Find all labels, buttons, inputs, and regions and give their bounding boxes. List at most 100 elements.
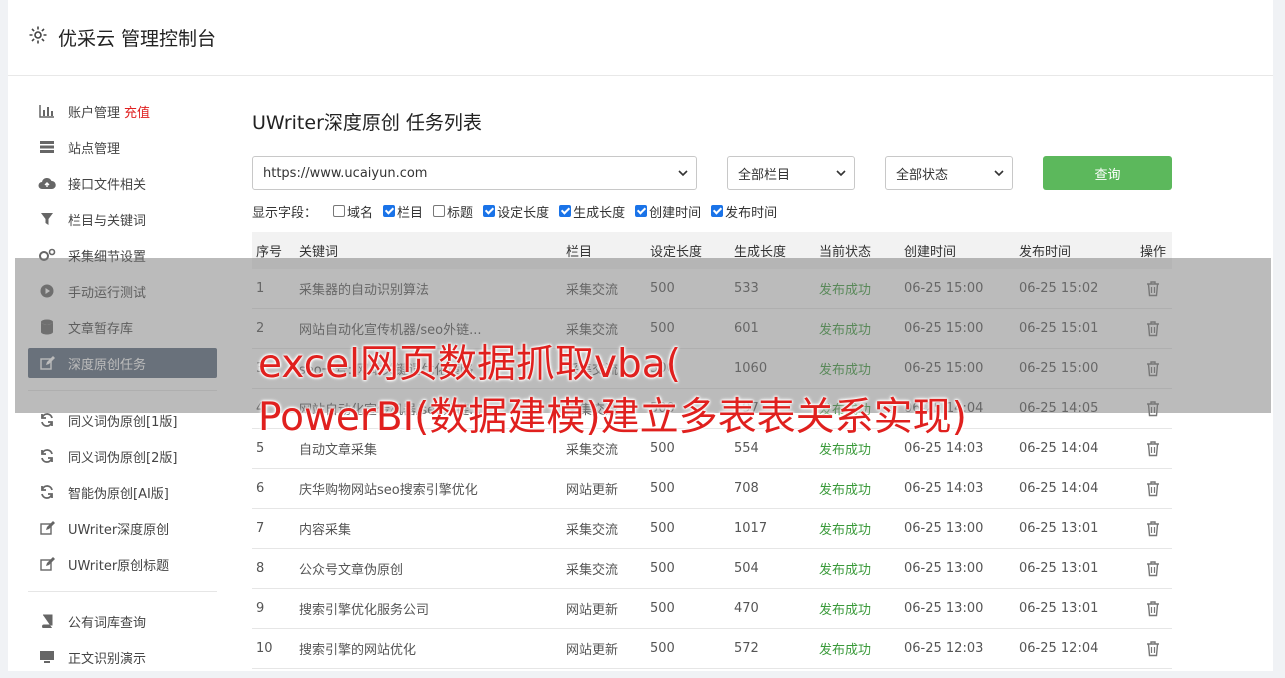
sidebar-item-synonym-v2[interactable]: 同义词伪原创[2版] [28,441,217,471]
table-cell: 06-25 13:01 [1019,521,1099,536]
table-row: 8 公众号文章伪原创 采集交流 500 504 发布成功 06-25 13:00 06-25 … [252,549,1172,589]
sidebar-item-label: 账户管理 [68,105,121,121]
field-checkbox-published[interactable]: 发布时间 [711,202,777,221]
checkbox[interactable] [711,205,724,217]
table-cell: 网站更新 [566,603,619,618]
refresh-icon [38,447,56,465]
gear-icon [29,26,47,44]
checkbox-label: 域名 [347,205,374,221]
table-cell: 06-25 13:00 [904,601,984,616]
sidebar-item-label: 智能伪原创[AI版] [68,486,169,502]
bar-chart-icon [38,102,56,120]
checkbox-label: 创建时间 [649,205,702,221]
table-cell: 500 [650,601,675,616]
table-cell: 网站更新 [566,483,619,498]
table-cell: 网站更新 [566,643,619,658]
status-select-value: 全部状态 [896,167,949,183]
page-title: UWriter深度原创 任务列表 [252,112,482,134]
sidebar-item-label: UWriter原创标题 [68,558,170,574]
delete-button[interactable] [1134,480,1172,497]
trash-icon [1147,480,1159,496]
field-checkbox-column[interactable]: 栏目 [383,202,423,221]
delete-button[interactable] [1134,440,1172,457]
table-cell: 采集交流 [566,523,619,538]
sidebar-item-label: 公有词库查询 [68,615,147,631]
status-select[interactable]: 全部状态 [885,156,1013,190]
sidebar-item-public-dictionary[interactable]: 公有词库查询 [28,606,217,636]
table-cell: 7 [256,521,265,536]
table-cell: 9 [256,601,265,616]
table-cell: 06-25 13:00 [904,561,984,576]
app-title: 优采云 管理控制台 [58,28,217,50]
checkbox-label: 生成长度 [573,205,626,221]
overlay-line-1: excel网页数据抓取vba( [258,342,681,387]
sidebar-item-sites[interactable]: 站点管理 [28,132,217,162]
table-row: 6 庆华购物网站seo搜索引擎优化 网站更新 500 708 发布成功 06-25 14:0… [252,469,1172,509]
table-cell: 内容采集 [299,523,352,538]
sidebar-item-columns-keywords[interactable]: 栏目与关键词 [28,204,217,234]
field-checkbox-title[interactable]: 标题 [433,202,473,221]
table-cell: 470 [734,601,759,616]
table-cell: 500 [650,641,675,656]
checkbox[interactable] [433,205,446,217]
table-cell: 06-25 12:03 [904,641,984,656]
checkbox-label: 设定长度 [497,205,550,221]
field-checkbox-created[interactable]: 创建时间 [635,202,701,221]
table-cell: 06-25 12:04 [1019,641,1099,656]
checkbox[interactable] [483,205,496,217]
refresh-icon [38,411,56,429]
sidebar-item-ai-rewrite[interactable]: 智能伪原创[AI版] [28,477,217,507]
sidebar-item-account[interactable]: 账户管理 充值 [28,96,217,126]
checkbox[interactable] [383,205,396,217]
delete-button[interactable] [1134,520,1172,537]
status-cell: 发布成功 [819,523,872,538]
display-fields: 显示字段： 域名 栏目 标题 设定长度 生成长度 创建时间 发布时间 [252,201,787,221]
sidebar-item-label: 接口文件相关 [68,177,147,193]
sidebar-item-text-recognition[interactable]: 正文识别演示 [28,642,217,672]
site-select[interactable]: https://www.ucaiyun.com [252,156,697,190]
column-select[interactable]: 全部栏目 [727,156,855,190]
delete-button[interactable] [1134,640,1172,657]
delete-button[interactable] [1134,600,1172,617]
field-checkbox-set-length[interactable]: 设定长度 [483,202,549,221]
table-cell: 504 [734,561,759,576]
chevron-down-icon [678,170,688,177]
field-checkbox-gen-length[interactable]: 生成长度 [559,202,625,221]
overlay-line-2: PowerBI(数据建模)建立多表表关系实现) [258,395,967,440]
checkbox[interactable] [559,205,572,217]
table-cell: 采集交流 [566,563,619,578]
recharge-link[interactable]: 充值 [124,102,150,121]
delete-button[interactable] [1134,560,1172,577]
checkbox[interactable] [333,205,346,217]
trash-icon [1147,640,1159,656]
table-cell: 500 [650,521,675,536]
column-select-value: 全部栏目 [738,167,791,183]
checkbox[interactable] [635,205,648,217]
table-cell: 10 [256,641,273,656]
status-cell: 发布成功 [819,563,872,578]
trash-icon [1147,440,1159,456]
sidebar-item-uwriter-deep[interactable]: UWriter深度原创 [28,513,217,543]
field-checkbox-domain[interactable]: 域名 [333,202,373,221]
book-icon [38,612,56,630]
sidebar-item-interface-files[interactable]: 接口文件相关 [28,168,217,198]
table-cell: 06-25 13:01 [1019,601,1099,616]
table-cell: 1017 [734,521,768,536]
trash-icon [1147,520,1159,536]
table-cell: 06-25 13:00 [904,521,984,536]
table-cell: 06-25 14:03 [904,481,984,496]
sidebar-item-label: UWriter深度原创 [68,522,170,538]
sidebar-item-uwriter-title[interactable]: UWriter原创标题 [28,549,217,579]
sidebar-item-label: 同义词伪原创[2版] [68,450,178,466]
status-cell: 发布成功 [819,643,872,658]
sidebar-item-label: 栏目与关键词 [68,213,147,229]
table-cell: 500 [650,481,675,496]
table-row: 7 内容采集 采集交流 500 1017 发布成功 06-25 13:00 06-25 13:… [252,509,1172,549]
table-cell: 06-25 14:04 [1019,481,1099,496]
status-cell: 发布成功 [819,603,872,618]
sidebar-divider [28,591,217,592]
query-button[interactable]: 查询 [1043,156,1172,190]
display-fields-label: 显示字段： [252,205,318,221]
status-cell: 发布成功 [819,483,872,498]
table-cell: 搜索引擎优化服务公司 [299,603,430,618]
